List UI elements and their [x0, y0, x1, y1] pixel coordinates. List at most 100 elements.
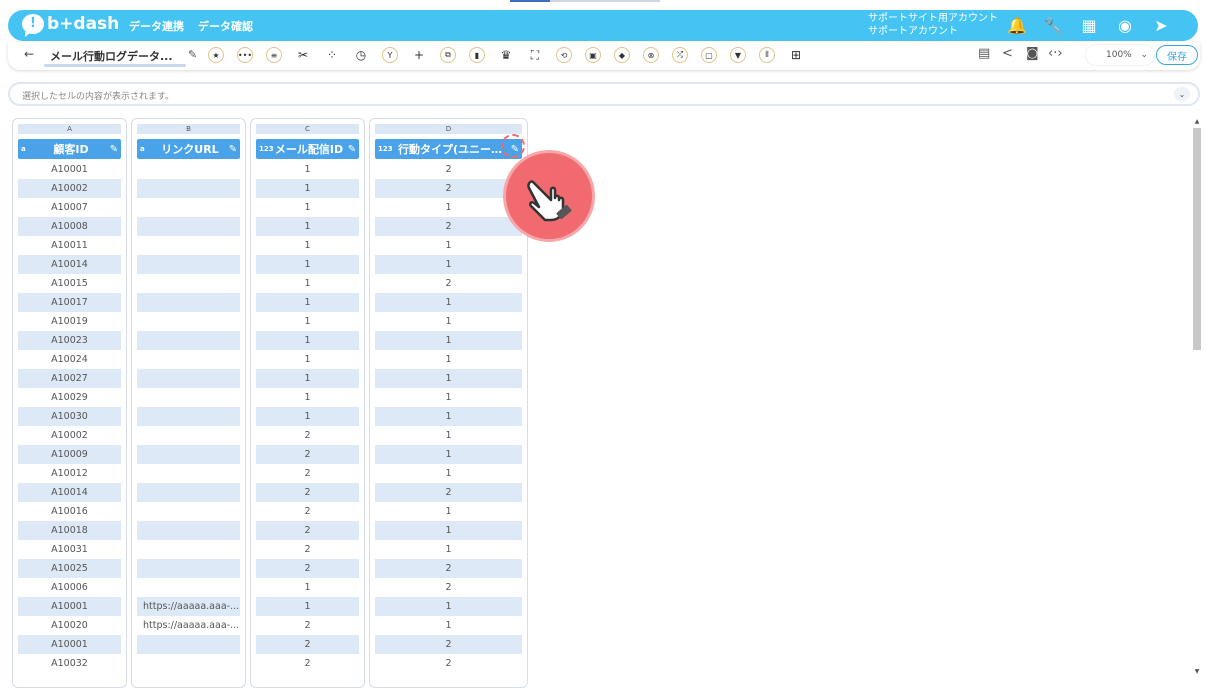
table-cell[interactable]: A10023 [18, 331, 121, 350]
table-cell[interactable]: A10001 [18, 160, 121, 179]
column-letter[interactable]: A [18, 124, 121, 134]
branch-icon[interactable]: Y [382, 47, 398, 63]
scroll-up-icon[interactable]: ▲ [1192, 118, 1202, 125]
table-cell[interactable] [137, 274, 240, 293]
table-cell[interactable] [137, 331, 240, 350]
column-letter[interactable]: D [375, 124, 522, 134]
table-cell[interactable]: 1 [375, 407, 522, 426]
table-cell[interactable] [137, 654, 240, 673]
table-cell[interactable]: 1 [375, 236, 522, 255]
table-cell[interactable]: 2 [256, 654, 359, 673]
table-cell[interactable]: 2 [256, 502, 359, 521]
scroll-thumb[interactable] [1193, 128, 1201, 350]
copy-icon[interactable]: ⧉ [440, 47, 456, 63]
table-cell[interactable]: 2 [256, 445, 359, 464]
code-icon[interactable]: ‹·› [1048, 46, 1063, 61]
table-cell[interactable] [137, 502, 240, 521]
table-cell[interactable]: 1 [375, 331, 522, 350]
filter-icon[interactable]: ▼ [730, 47, 746, 63]
vertical-scrollbar[interactable]: ▲ ▼ [1192, 118, 1202, 680]
edit-column-pencil-icon[interactable]: ✎ [107, 144, 121, 155]
more-icon[interactable]: ••• [237, 47, 253, 63]
rename-pencil-icon[interactable]: ✎ [188, 48, 197, 61]
table-cell[interactable]: 2 [375, 578, 522, 597]
table-cell[interactable]: A10002 [18, 179, 121, 198]
table-cell[interactable]: 2 [256, 616, 359, 635]
wrench-icon[interactable]: 🔧 [1042, 14, 1064, 36]
table-cell[interactable]: 1 [256, 198, 359, 217]
table-cell[interactable]: A10032 [18, 654, 121, 673]
table-cell[interactable]: 1 [375, 350, 522, 369]
back-arrow-icon[interactable]: ← [24, 47, 34, 61]
table-cell[interactable]: 1 [375, 616, 522, 635]
table-cell[interactable]: 2 [256, 540, 359, 559]
table-cell[interactable]: A10016 [18, 502, 121, 521]
table-cell[interactable]: 1 [375, 464, 522, 483]
table-cell[interactable]: 1 [375, 388, 522, 407]
table-cell[interactable] [137, 293, 240, 312]
table-cell[interactable]: 1 [375, 426, 522, 445]
table-cell[interactable]: 2 [256, 559, 359, 578]
table-cell[interactable]: 1 [375, 312, 522, 331]
nav-data-check[interactable]: データ確認 [198, 18, 253, 34]
column-letter[interactable]: B [137, 124, 240, 134]
table-cell[interactable]: A10018 [18, 521, 121, 540]
table-cell[interactable]: 1 [375, 198, 522, 217]
table-cell[interactable]: 1 [256, 350, 359, 369]
table-cell[interactable] [137, 635, 240, 654]
table-cell[interactable]: A10020 [18, 616, 121, 635]
chevron-down-icon[interactable]: ⌄ [1174, 87, 1190, 101]
lock-icon[interactable]: ▣ [585, 47, 601, 63]
table-cell[interactable]: https://aaaaa.aaa-... [137, 616, 240, 635]
table-cell[interactable]: A10006 [18, 578, 121, 597]
table-cell[interactable] [137, 426, 240, 445]
table-cell[interactable]: A10027 [18, 369, 121, 388]
table-cell[interactable] [137, 464, 240, 483]
table-cell[interactable]: A10002 [18, 426, 121, 445]
table-cell[interactable] [137, 255, 240, 274]
apps-grid-icon[interactable]: ▦ [1078, 14, 1100, 36]
columns-icon[interactable]: ⦀ [759, 47, 775, 63]
table-cell[interactable] [137, 388, 240, 407]
history-icon[interactable]: ◙ [1026, 46, 1039, 61]
table-cell[interactable]: A10001 [18, 635, 121, 654]
table-cell[interactable]: 1 [375, 293, 522, 312]
column-header[interactable]: a 顧客ID ✎ [18, 139, 121, 159]
crown-icon[interactable]: ♛ [498, 47, 514, 63]
clipboard-icon[interactable]: ▤ [978, 46, 990, 61]
table-cell[interactable]: 1 [256, 179, 359, 198]
table-cell[interactable] [137, 521, 240, 540]
table-cell[interactable]: 1 [256, 369, 359, 388]
table-cell[interactable]: 1 [375, 540, 522, 559]
table-cell[interactable]: A10031 [18, 540, 121, 559]
table-cell[interactable]: A10008 [18, 217, 121, 236]
frame-icon[interactable]: ▢ [701, 47, 717, 63]
table-cell[interactable]: 2 [375, 559, 522, 578]
merge-icon[interactable]: ⁘ [324, 47, 340, 63]
table-cell[interactable]: 1 [256, 293, 359, 312]
add-icon[interactable]: + [411, 47, 427, 63]
cell-content-bar[interactable]: 選択したセルの内容が表示されます。 ⌄ [8, 82, 1200, 106]
table-cell[interactable] [137, 578, 240, 597]
repeat-icon[interactable]: ⟲ [556, 47, 572, 63]
grid-icon[interactable]: ⊞ [788, 47, 804, 63]
shuffle-icon[interactable]: ⤮ [672, 47, 688, 63]
table-cell[interactable]: 1 [256, 407, 359, 426]
table-cell[interactable]: A10025 [18, 559, 121, 578]
column-header[interactable]: 123 行動タイプ(ユニー… ✎ [375, 139, 522, 159]
table-cell[interactable]: 2 [375, 217, 522, 236]
table-cell[interactable]: 1 [375, 502, 522, 521]
table-cell[interactable] [137, 483, 240, 502]
table-cell[interactable] [137, 160, 240, 179]
table-cell[interactable]: A10017 [18, 293, 121, 312]
bell-icon[interactable]: 🔔 [1006, 14, 1028, 36]
table-cell[interactable] [137, 217, 240, 236]
table-cell[interactable]: 1 [256, 274, 359, 293]
table-cell[interactable] [137, 407, 240, 426]
table-cell[interactable]: 2 [375, 635, 522, 654]
table-cell[interactable]: 1 [256, 388, 359, 407]
table-cell[interactable]: 1 [375, 445, 522, 464]
table-cell[interactable] [137, 236, 240, 255]
table-cell[interactable]: 1 [375, 597, 522, 616]
table-cell[interactable]: A10029 [18, 388, 121, 407]
